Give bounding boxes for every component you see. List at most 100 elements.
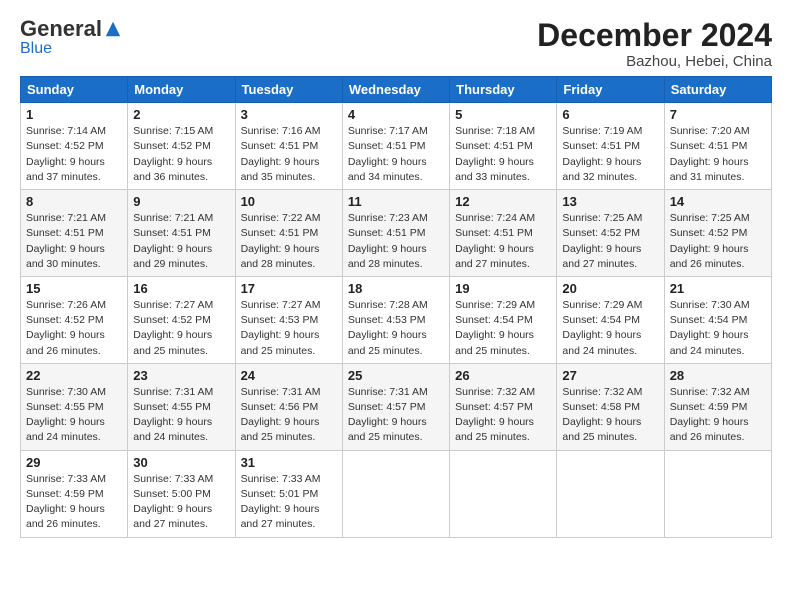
calendar-week-row: 15 Sunrise: 7:26 AMSunset: 4:52 PMDaylig… [21, 276, 772, 363]
day-info: Sunrise: 7:21 AMSunset: 4:51 PMDaylight:… [133, 211, 229, 272]
calendar-cell: 22 Sunrise: 7:30 AMSunset: 4:55 PMDaylig… [21, 363, 128, 450]
day-number: 30 [133, 455, 229, 470]
day-number: 31 [241, 455, 337, 470]
weekday-header-monday: Monday [128, 77, 235, 103]
weekday-header-saturday: Saturday [664, 77, 771, 103]
day-info: Sunrise: 7:15 AMSunset: 4:52 PMDaylight:… [133, 124, 229, 185]
calendar-cell: 12 Sunrise: 7:24 AMSunset: 4:51 PMDaylig… [450, 190, 557, 277]
day-number: 14 [670, 194, 766, 209]
calendar-week-row: 1 Sunrise: 7:14 AMSunset: 4:52 PMDayligh… [21, 103, 772, 190]
logo-general: General [20, 18, 102, 40]
weekday-header-friday: Friday [557, 77, 664, 103]
day-info: Sunrise: 7:24 AMSunset: 4:51 PMDaylight:… [455, 211, 551, 272]
day-info: Sunrise: 7:26 AMSunset: 4:52 PMDaylight:… [26, 298, 122, 359]
day-info: Sunrise: 7:14 AMSunset: 4:52 PMDaylight:… [26, 124, 122, 185]
calendar-cell [664, 450, 771, 537]
day-number: 19 [455, 281, 551, 296]
calendar-cell: 23 Sunrise: 7:31 AMSunset: 4:55 PMDaylig… [128, 363, 235, 450]
header: General Blue December 2024 Bazhou, Hebei… [20, 18, 772, 70]
day-info: Sunrise: 7:31 AMSunset: 4:55 PMDaylight:… [133, 385, 229, 446]
day-info: Sunrise: 7:30 AMSunset: 4:55 PMDaylight:… [26, 385, 122, 446]
day-number: 3 [241, 107, 337, 122]
day-number: 12 [455, 194, 551, 209]
calendar-cell: 16 Sunrise: 7:27 AMSunset: 4:52 PMDaylig… [128, 276, 235, 363]
day-number: 10 [241, 194, 337, 209]
day-number: 5 [455, 107, 551, 122]
day-info: Sunrise: 7:32 AMSunset: 4:57 PMDaylight:… [455, 385, 551, 446]
day-info: Sunrise: 7:30 AMSunset: 4:54 PMDaylight:… [670, 298, 766, 359]
day-number: 27 [562, 368, 658, 383]
calendar-cell: 11 Sunrise: 7:23 AMSunset: 4:51 PMDaylig… [342, 190, 449, 277]
day-info: Sunrise: 7:17 AMSunset: 4:51 PMDaylight:… [348, 124, 444, 185]
day-number: 29 [26, 455, 122, 470]
day-number: 25 [348, 368, 444, 383]
calendar-week-row: 22 Sunrise: 7:30 AMSunset: 4:55 PMDaylig… [21, 363, 772, 450]
day-info: Sunrise: 7:19 AMSunset: 4:51 PMDaylight:… [562, 124, 658, 185]
calendar-cell: 30 Sunrise: 7:33 AMSunset: 5:00 PMDaylig… [128, 450, 235, 537]
day-info: Sunrise: 7:33 AMSunset: 4:59 PMDaylight:… [26, 472, 122, 533]
day-number: 2 [133, 107, 229, 122]
calendar-cell: 27 Sunrise: 7:32 AMSunset: 4:58 PMDaylig… [557, 363, 664, 450]
day-number: 13 [562, 194, 658, 209]
day-number: 15 [26, 281, 122, 296]
calendar-cell: 2 Sunrise: 7:15 AMSunset: 4:52 PMDayligh… [128, 103, 235, 190]
day-number: 6 [562, 107, 658, 122]
calendar-week-row: 8 Sunrise: 7:21 AMSunset: 4:51 PMDayligh… [21, 190, 772, 277]
day-number: 9 [133, 194, 229, 209]
day-info: Sunrise: 7:32 AMSunset: 4:58 PMDaylight:… [562, 385, 658, 446]
month-title: December 2024 [537, 18, 772, 53]
calendar-page: General Blue December 2024 Bazhou, Hebei… [0, 0, 792, 612]
calendar-cell: 10 Sunrise: 7:22 AMSunset: 4:51 PMDaylig… [235, 190, 342, 277]
calendar-cell: 25 Sunrise: 7:31 AMSunset: 4:57 PMDaylig… [342, 363, 449, 450]
weekday-header-sunday: Sunday [21, 77, 128, 103]
calendar-cell: 19 Sunrise: 7:29 AMSunset: 4:54 PMDaylig… [450, 276, 557, 363]
calendar-cell: 24 Sunrise: 7:31 AMSunset: 4:56 PMDaylig… [235, 363, 342, 450]
day-number: 26 [455, 368, 551, 383]
calendar-cell: 20 Sunrise: 7:29 AMSunset: 4:54 PMDaylig… [557, 276, 664, 363]
calendar-cell: 29 Sunrise: 7:33 AMSunset: 4:59 PMDaylig… [21, 450, 128, 537]
day-number: 4 [348, 107, 444, 122]
day-info: Sunrise: 7:25 AMSunset: 4:52 PMDaylight:… [562, 211, 658, 272]
calendar-cell: 4 Sunrise: 7:17 AMSunset: 4:51 PMDayligh… [342, 103, 449, 190]
calendar-cell: 9 Sunrise: 7:21 AMSunset: 4:51 PMDayligh… [128, 190, 235, 277]
calendar-cell: 1 Sunrise: 7:14 AMSunset: 4:52 PMDayligh… [21, 103, 128, 190]
day-info: Sunrise: 7:29 AMSunset: 4:54 PMDaylight:… [455, 298, 551, 359]
day-info: Sunrise: 7:22 AMSunset: 4:51 PMDaylight:… [241, 211, 337, 272]
day-info: Sunrise: 7:27 AMSunset: 4:52 PMDaylight:… [133, 298, 229, 359]
day-info: Sunrise: 7:23 AMSunset: 4:51 PMDaylight:… [348, 211, 444, 272]
day-info: Sunrise: 7:18 AMSunset: 4:51 PMDaylight:… [455, 124, 551, 185]
calendar-cell: 17 Sunrise: 7:27 AMSunset: 4:53 PMDaylig… [235, 276, 342, 363]
calendar-cell [450, 450, 557, 537]
weekday-header-thursday: Thursday [450, 77, 557, 103]
calendar-cell: 21 Sunrise: 7:30 AMSunset: 4:54 PMDaylig… [664, 276, 771, 363]
day-info: Sunrise: 7:29 AMSunset: 4:54 PMDaylight:… [562, 298, 658, 359]
day-info: Sunrise: 7:16 AMSunset: 4:51 PMDaylight:… [241, 124, 337, 185]
day-info: Sunrise: 7:25 AMSunset: 4:52 PMDaylight:… [670, 211, 766, 272]
day-info: Sunrise: 7:31 AMSunset: 4:56 PMDaylight:… [241, 385, 337, 446]
day-number: 23 [133, 368, 229, 383]
calendar-cell [557, 450, 664, 537]
day-info: Sunrise: 7:33 AMSunset: 5:01 PMDaylight:… [241, 472, 337, 533]
day-info: Sunrise: 7:33 AMSunset: 5:00 PMDaylight:… [133, 472, 229, 533]
day-number: 28 [670, 368, 766, 383]
day-info: Sunrise: 7:21 AMSunset: 4:51 PMDaylight:… [26, 211, 122, 272]
calendar-cell: 26 Sunrise: 7:32 AMSunset: 4:57 PMDaylig… [450, 363, 557, 450]
calendar-cell: 6 Sunrise: 7:19 AMSunset: 4:51 PMDayligh… [557, 103, 664, 190]
weekday-header-wednesday: Wednesday [342, 77, 449, 103]
day-info: Sunrise: 7:31 AMSunset: 4:57 PMDaylight:… [348, 385, 444, 446]
day-number: 21 [670, 281, 766, 296]
day-number: 7 [670, 107, 766, 122]
logo: General Blue [20, 18, 122, 58]
day-number: 20 [562, 281, 658, 296]
calendar-cell: 15 Sunrise: 7:26 AMSunset: 4:52 PMDaylig… [21, 276, 128, 363]
calendar-cell: 7 Sunrise: 7:20 AMSunset: 4:51 PMDayligh… [664, 103, 771, 190]
calendar-cell: 31 Sunrise: 7:33 AMSunset: 5:01 PMDaylig… [235, 450, 342, 537]
day-number: 11 [348, 194, 444, 209]
day-number: 17 [241, 281, 337, 296]
day-info: Sunrise: 7:32 AMSunset: 4:59 PMDaylight:… [670, 385, 766, 446]
day-number: 16 [133, 281, 229, 296]
calendar-cell: 3 Sunrise: 7:16 AMSunset: 4:51 PMDayligh… [235, 103, 342, 190]
day-number: 22 [26, 368, 122, 383]
calendar-cell: 13 Sunrise: 7:25 AMSunset: 4:52 PMDaylig… [557, 190, 664, 277]
logo-icon [104, 20, 122, 38]
